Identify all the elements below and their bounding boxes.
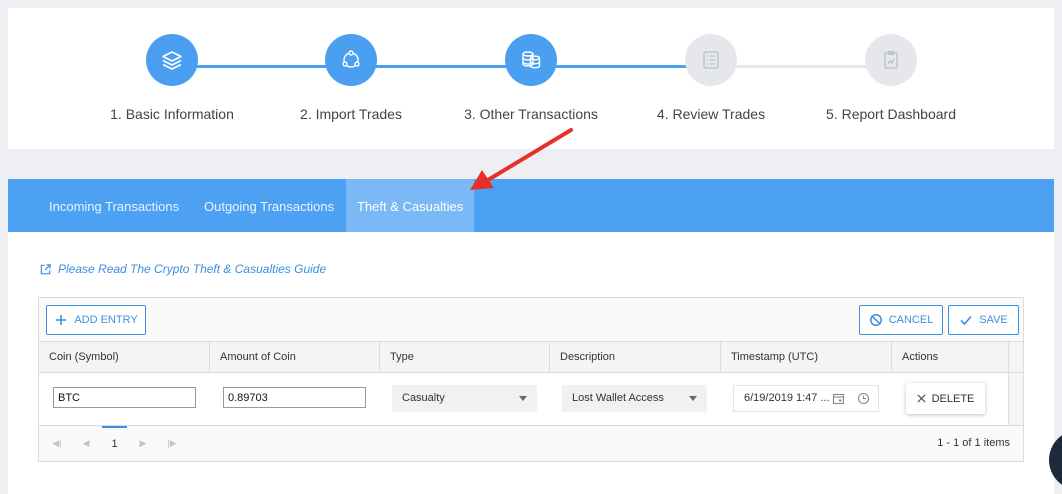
column-header-actions: Actions <box>892 342 1009 372</box>
clock-icon[interactable] <box>857 392 870 405</box>
add-entry-button[interactable]: ADD ENTRY <box>46 305 146 335</box>
step-other-transactions[interactable]: 3. Other Transactions <box>451 34 611 122</box>
step-label: 5. Report Dashboard <box>826 106 956 122</box>
cancel-icon <box>869 313 882 327</box>
timestamp-value: 6/19/2019 1:47 ... <box>744 392 830 404</box>
table-row: Casualty Lost Wallet Access 6/19/2019 1:… <box>39 373 1023 426</box>
tab-outgoing-transactions[interactable]: Outgoing Transactions <box>193 179 345 232</box>
chevron-down-icon <box>519 396 527 401</box>
amount-input[interactable] <box>223 387 366 408</box>
description-select[interactable]: Lost Wallet Access <box>562 385 707 412</box>
timestamp-picker[interactable]: 6/19/2019 1:47 ... <box>733 385 879 412</box>
current-page-number[interactable]: 1 <box>102 426 127 459</box>
first-page-icon[interactable]: ◀| <box>50 436 64 450</box>
step-circle[interactable] <box>505 34 557 86</box>
column-header-amount[interactable]: Amount of Coin <box>210 342 380 372</box>
cancel-label: CANCEL <box>888 314 934 326</box>
plus-icon <box>56 315 67 325</box>
step-circle[interactable] <box>865 34 917 86</box>
step-label: 1. Basic Information <box>110 106 234 122</box>
step-label: 4. Review Trades <box>656 106 766 122</box>
external-link-icon <box>40 263 51 274</box>
step-circle[interactable] <box>685 34 737 86</box>
grid-toolbar: ADD ENTRY CANCEL SAVE <box>39 298 1023 342</box>
tab-incoming-transactions[interactable]: Incoming Transactions <box>38 179 190 232</box>
list-icon <box>703 51 719 69</box>
step-circle[interactable] <box>146 34 198 86</box>
progress-stepper: 1. Basic Information 2. Import Trades 3.… <box>8 8 1054 149</box>
sync-icon <box>342 50 360 68</box>
grid-pager: ◀| ◀ 1 ▶ |▶ 1 - 1 of 1 items <box>39 426 1023 461</box>
grid-header: Coin (Symbol) Amount of Coin Type Descri… <box>39 342 1023 373</box>
step-basic-information[interactable]: 1. Basic Information <box>92 34 252 122</box>
delete-button[interactable]: DELETE <box>906 383 985 414</box>
guide-link-text: Please Read The Crypto Theft & Casualtie… <box>58 262 327 276</box>
tab-theft-casualties[interactable]: Theft & Casualties <box>346 179 475 232</box>
column-header-description[interactable]: Description <box>550 342 721 372</box>
step-label: 3. Other Transactions <box>464 106 598 122</box>
coin-symbol-input[interactable] <box>53 387 196 408</box>
cancel-button[interactable]: CANCEL <box>859 305 943 335</box>
description-select-value: Lost Wallet Access <box>572 392 664 404</box>
transaction-tabs: Incoming Transactions Outgoing Transacti… <box>8 179 1054 232</box>
pager-info: 1 - 1 of 1 items <box>937 437 1010 449</box>
save-button[interactable]: SAVE <box>948 305 1019 335</box>
chevron-down-icon <box>689 396 697 401</box>
add-entry-label: ADD ENTRY <box>74 314 138 326</box>
save-label: SAVE <box>979 314 1008 326</box>
step-circle[interactable] <box>325 34 377 86</box>
report-icon <box>884 50 898 69</box>
step-review-trades[interactable]: 4. Review Trades <box>631 34 791 122</box>
coins-icon <box>522 51 541 69</box>
step-label: 2. Import Trades <box>300 106 402 122</box>
guide-link[interactable]: Please Read The Crypto Theft & Casualtie… <box>39 262 326 276</box>
calendar-icon[interactable] <box>832 392 845 405</box>
column-header-timestamp[interactable]: Timestamp (UTC) <box>721 342 892 372</box>
vertical-scrollbar[interactable] <box>1008 373 1023 425</box>
next-page-icon[interactable]: ▶ <box>136 436 150 450</box>
column-header-coin[interactable]: Coin (Symbol) <box>39 342 210 372</box>
type-select-value: Casualty <box>402 392 445 404</box>
tab-content-panel: Please Read The Crypto Theft & Casualtie… <box>8 232 1054 494</box>
layers-icon <box>162 51 182 70</box>
type-select[interactable]: Casualty <box>392 385 537 412</box>
check-icon <box>960 315 972 326</box>
step-import-trades[interactable]: 2. Import Trades <box>271 34 431 122</box>
last-page-icon[interactable]: |▶ <box>165 436 179 450</box>
delete-label: DELETE <box>931 392 975 405</box>
column-header-type[interactable]: Type <box>380 342 550 372</box>
step-report-dashboard[interactable]: 5. Report Dashboard <box>811 34 971 122</box>
theft-casualties-grid: ADD ENTRY CANCEL SAVE Coin (Symbol) Amou… <box>38 297 1024 462</box>
previous-page-icon[interactable]: ◀ <box>79 436 93 450</box>
close-icon <box>917 394 926 403</box>
